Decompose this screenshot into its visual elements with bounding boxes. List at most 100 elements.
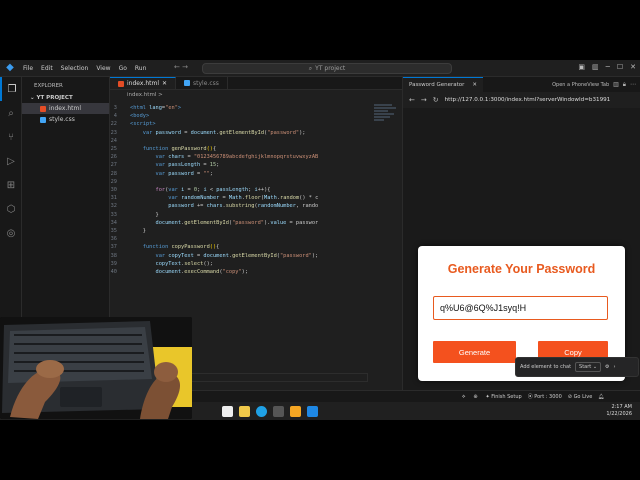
- remote-icon[interactable]: ◎: [0, 221, 22, 245]
- line-text: var chars = "0123456789abcdefghijklmnopq…: [155, 154, 319, 161]
- menu-go[interactable]: Go: [119, 65, 127, 72]
- generate-button[interactable]: Generate: [433, 341, 516, 363]
- code-line[interactable]: 23 var password = document.getElementByI…: [110, 129, 380, 137]
- reload-icon[interactable]: ↻: [433, 96, 439, 104]
- menu-view[interactable]: View: [96, 65, 110, 72]
- vscode-logo-icon: ◆: [6, 62, 14, 73]
- css-file-icon: [184, 80, 191, 86]
- code-line[interactable]: 32 password += chars.substring(randomNum…: [110, 202, 380, 210]
- back-icon[interactable]: ←: [409, 96, 415, 104]
- minimap-line: [374, 116, 390, 118]
- finish-setup[interactable]: ✦ Finish Setup: [486, 394, 522, 400]
- go-live[interactable]: ⊘ Go Live: [568, 394, 593, 400]
- source-control-icon[interactable]: ⑂: [0, 125, 22, 149]
- file-explorer-icon[interactable]: [239, 405, 250, 417]
- code-line[interactable]: 25 function genPassword(){: [110, 145, 380, 153]
- line-text: password += chars.substring(randomNumber…: [168, 203, 319, 210]
- minimap-line: [374, 113, 394, 115]
- add-element-to-chat-bar: Add element to chat Start ⌄ ⚙ ›: [515, 357, 639, 377]
- line-text: copyText.select();: [155, 260, 213, 267]
- store-icon[interactable]: [273, 405, 284, 417]
- start-label: Start: [579, 364, 592, 370]
- start-button[interactable]: Start ⌄: [575, 362, 602, 372]
- breadcrumb[interactable]: index.html >: [110, 90, 402, 100]
- line-number: 26: [110, 154, 117, 161]
- line-text: }: [130, 211, 159, 218]
- password-field[interactable]: q%U6@6Q%J1syq!H: [433, 296, 608, 320]
- code-line[interactable]: 22 <script>: [110, 120, 380, 128]
- bell-icon[interactable]: 🔔︎: [598, 394, 604, 400]
- code-line[interactable]: 38 var copyText = document.getElementByI…: [110, 252, 380, 260]
- box-icon[interactable]: ⬡: [0, 197, 22, 221]
- line-text: <body>: [130, 113, 150, 120]
- tab-style-css[interactable]: style.css: [176, 77, 228, 89]
- line-number: 22: [110, 121, 117, 128]
- page-title: Generate Your Password: [447, 262, 596, 276]
- code-lines[interactable]: 3 <html lang="en"> 4 <body> 22 <script> 23 var…: [110, 104, 380, 276]
- code-line[interactable]: 3 <html lang="en">: [110, 104, 380, 112]
- code-line[interactable]: 35 }: [110, 227, 380, 235]
- code-line[interactable]: 40 document.execCommand("copy");: [110, 268, 380, 276]
- line-text: function copyPassword(){: [142, 244, 220, 251]
- code-line[interactable]: 29: [110, 178, 380, 186]
- file-index-html[interactable]: index.html: [22, 103, 109, 114]
- project-folder[interactable]: ⌄ YT PROJECT: [22, 91, 109, 103]
- menu-run[interactable]: Run: [135, 65, 147, 72]
- layout-icon-2[interactable]: ▥: [592, 63, 599, 71]
- more-icon[interactable]: ⋯: [630, 81, 636, 89]
- code-line[interactable]: 34 document.getElementById("password").v…: [110, 219, 380, 227]
- code-line[interactable]: 30 for(var i = 0; i < passLength; i++){: [110, 186, 380, 194]
- open-phoneview-link[interactable]: Open a PhoneView Tab: [552, 82, 609, 88]
- line-number: 28: [110, 170, 117, 177]
- tab-password-generator[interactable]: Password Generator ✕: [403, 77, 483, 92]
- close-tab-icon[interactable]: ✕: [162, 80, 167, 87]
- code-line[interactable]: 26 var chars = "0123456789abcdefghijklmn…: [110, 153, 380, 161]
- minimize-icon[interactable]: ─: [606, 63, 610, 71]
- port-status[interactable]: ⦿ Port : 3000: [528, 393, 562, 400]
- lock-icon[interactable]: 🔒︎: [623, 81, 626, 89]
- edge-icon[interactable]: [256, 405, 267, 417]
- extensions-icon[interactable]: ⊞: [0, 173, 22, 197]
- sublime-icon[interactable]: [290, 405, 301, 417]
- command-center-search[interactable]: ⌕ YT project: [202, 63, 452, 74]
- code-line[interactable]: 28 var password = "";: [110, 170, 380, 178]
- system-clock[interactable]: 2:17 AM 1/22/2026: [606, 404, 632, 418]
- run-debug-icon[interactable]: ▷: [0, 149, 22, 173]
- menu-selection[interactable]: Selection: [61, 65, 89, 72]
- code-line[interactable]: 33 }: [110, 211, 380, 219]
- code-line[interactable]: 31 var randomNumber = Math.floor(Math.ra…: [110, 194, 380, 202]
- window-controls: ▣ ▥ ─ ☐ ✕: [578, 63, 636, 71]
- maximize-icon[interactable]: ☐: [617, 63, 623, 71]
- task-view-icon[interactable]: [222, 405, 233, 417]
- code-line[interactable]: 36: [110, 235, 380, 243]
- code-line[interactable]: 27 var passLength = 15;: [110, 161, 380, 169]
- url-input[interactable]: http://127.0.0.1:3000/index.html?serverW…: [445, 97, 611, 103]
- menu-edit[interactable]: Edit: [41, 65, 53, 72]
- file-style-css[interactable]: style.css: [22, 114, 109, 125]
- chevron-right-icon[interactable]: ›: [614, 364, 616, 370]
- forward-icon[interactable]: →: [421, 96, 427, 104]
- code-line[interactable]: 37 function copyPassword(){: [110, 243, 380, 251]
- tab-index-html[interactable]: index.html ✕: [110, 77, 177, 89]
- line-number: 37: [110, 244, 117, 251]
- menu-file[interactable]: File: [23, 65, 33, 72]
- code-line[interactable]: 39 copyText.select();: [110, 260, 380, 268]
- layout-icon[interactable]: ▣: [578, 63, 585, 71]
- split-icon[interactable]: ▥: [613, 81, 619, 89]
- minimap[interactable]: [374, 103, 398, 133]
- port-label: Port : 3000: [534, 394, 562, 400]
- explorer-icon[interactable]: ❐: [0, 77, 22, 101]
- notification-icon[interactable]: ⟡: [462, 394, 465, 400]
- close-icon[interactable]: ✕: [630, 63, 636, 71]
- code-line[interactable]: 4 <body>: [110, 112, 380, 120]
- search-icon[interactable]: ⌕: [0, 101, 22, 125]
- code-line[interactable]: 24: [110, 137, 380, 145]
- hands-on-keyboard-illustration: [0, 317, 192, 419]
- menu-bar: File Edit Selection View Go Run: [23, 65, 146, 72]
- zoom-icon[interactable]: ⊕: [473, 394, 477, 400]
- close-tab-icon[interactable]: ✕: [472, 82, 477, 88]
- vscode-taskbar-icon[interactable]: [307, 405, 318, 417]
- settings-icon[interactable]: ⚙: [605, 364, 609, 370]
- line-number: 25: [110, 146, 117, 153]
- nav-arrows-icon[interactable]: ← →: [174, 63, 188, 71]
